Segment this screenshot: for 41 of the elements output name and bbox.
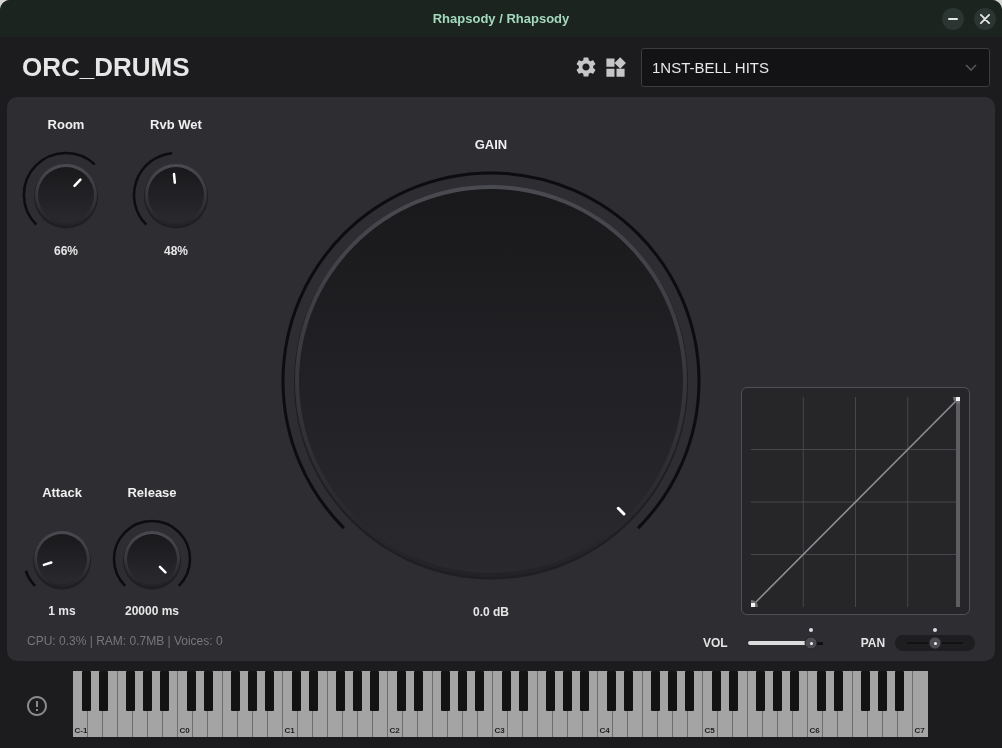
knob-value: 66% [54, 243, 78, 259]
knob-label: Release [127, 485, 177, 501]
slider-thumb[interactable] [928, 636, 942, 650]
knob-label: GAIN [474, 137, 508, 153]
octave-label: C7 [914, 726, 925, 735]
close-icon [980, 13, 990, 24]
marker-dot-icon [933, 628, 938, 632]
knob-value: 48% [164, 243, 188, 259]
knob-value: 20000 ms [124, 603, 179, 619]
minimize-icon [948, 17, 958, 20]
slider-thumb[interactable] [804, 636, 818, 650]
window-title: Rhapsody / Rhapsody [432, 11, 570, 26]
slider-label: VOL [703, 636, 728, 650]
preset-dropdown[interactable]: 1NST-BELL HITS [641, 47, 990, 87]
knob-label: Room [47, 117, 85, 133]
alert-icon[interactable] [27, 696, 47, 716]
octave-label: C6 [809, 726, 820, 735]
slider-label: PAN [860, 636, 886, 650]
knob-value: 1 ms [48, 603, 76, 619]
octave-label: C1 [284, 726, 295, 735]
instrument-name: ORC_DRUMS [22, 51, 190, 83]
octave-label: C5 [704, 726, 715, 735]
knob-label: Rvb Wet [150, 117, 202, 133]
octave-label: C4 [599, 726, 610, 735]
status-text: CPU: 0.3% | RAM: 0.7MB | Voices: 0 [27, 634, 223, 649]
octave-label: C0 [179, 726, 190, 735]
octave-label: C-1 [74, 726, 88, 735]
octave-label: C3 [494, 726, 505, 735]
minimize-button[interactable] [942, 7, 964, 30]
close-button[interactable] [974, 7, 996, 30]
octave-label: C2 [389, 726, 400, 735]
knob-label: Attack [42, 485, 82, 501]
widgets-icon[interactable] [606, 57, 626, 77]
piano-keyboard-drawing[interactable]: C-1 C0 C1 C2 C3 C4 C5 C6 C7 [73, 671, 928, 737]
settings-icon[interactable] [576, 57, 596, 77]
slider-track[interactable] [895, 635, 976, 651]
knob-value: 0.0 dB [473, 604, 509, 620]
marker-dot-icon [809, 628, 814, 632]
curve-handle[interactable] [751, 600, 758, 607]
curve-handle[interactable] [953, 397, 960, 404]
chevron-down-icon [965, 63, 977, 71]
